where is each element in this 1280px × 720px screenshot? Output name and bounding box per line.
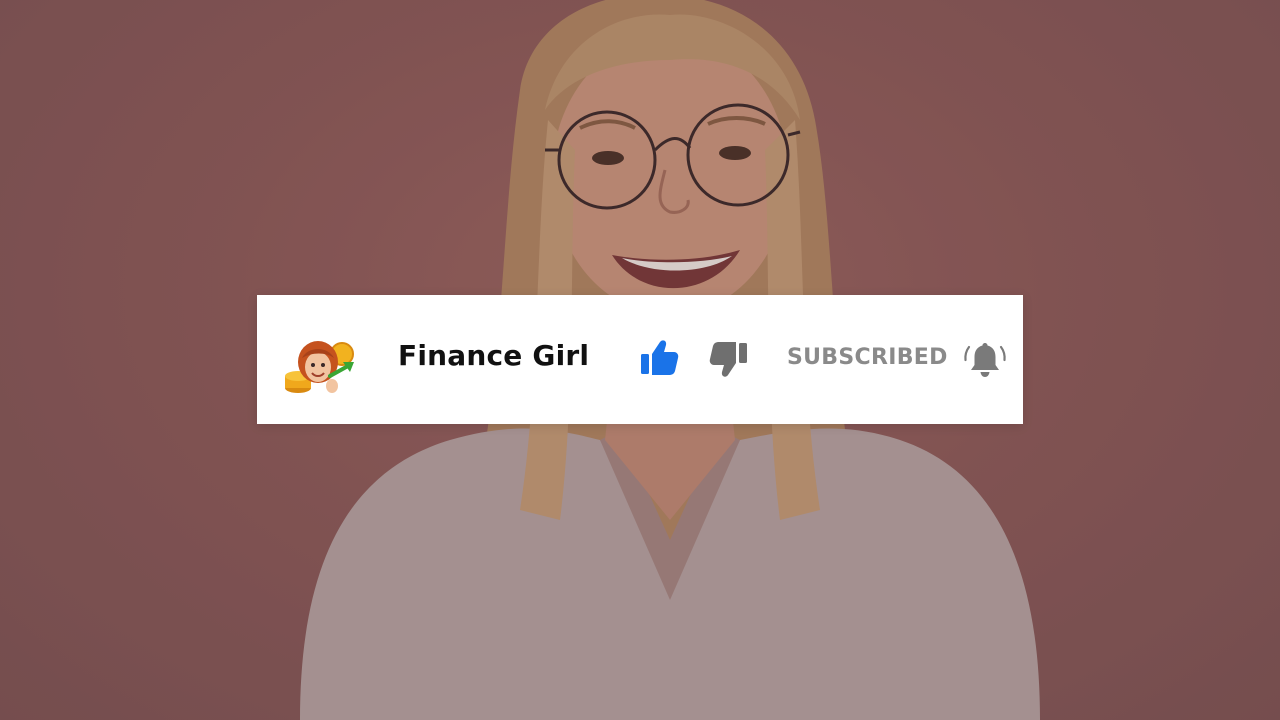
thumbs-down-icon: [709, 342, 747, 377]
thumbs-up-icon: [641, 340, 679, 375]
channel-avatar-icon[interactable]: [282, 336, 364, 398]
subscribed-button[interactable]: SUBSCRIBED: [787, 345, 948, 370]
channel-name[interactable]: Finance Girl: [398, 339, 589, 372]
notification-bell-button[interactable]: [962, 339, 1008, 381]
notification-bell-icon: [964, 343, 1006, 377]
dislike-button[interactable]: [708, 340, 750, 380]
like-button[interactable]: [638, 338, 680, 378]
